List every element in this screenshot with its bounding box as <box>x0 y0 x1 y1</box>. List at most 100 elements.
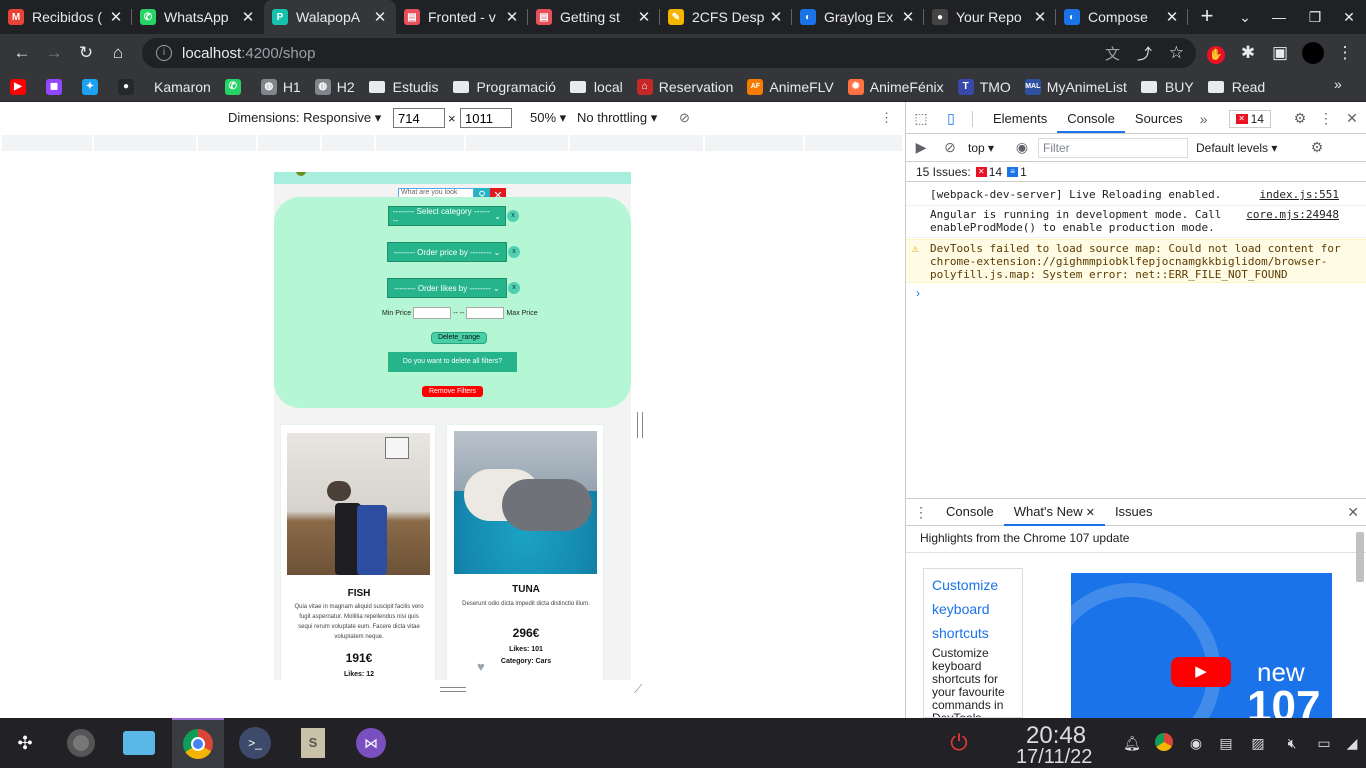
bookmark-item[interactable]: local <box>569 79 623 95</box>
product-image[interactable] <box>287 433 430 575</box>
side-panel-icon[interactable]: ▣ <box>1265 38 1295 68</box>
delete-all-filters-button[interactable]: Do you want to delete all filters? <box>388 352 517 372</box>
info-icon[interactable]: i <box>156 45 172 61</box>
drawer-tab[interactable]: Issues <box>1105 498 1163 526</box>
bookmark-item[interactable]: ▶ <box>10 78 32 95</box>
close-drawer-tab-icon[interactable]: ✕ <box>1083 507 1095 519</box>
display-icon[interactable]: ▭ <box>1314 733 1334 753</box>
more-bookmarks-icon[interactable]: » <box>1334 76 1342 92</box>
console-settings-icon[interactable]: ⚙ <box>1304 139 1330 156</box>
clear-category-button[interactable]: x <box>507 210 519 222</box>
network-icon[interactable]: ◢ <box>1342 733 1362 753</box>
reload-icon[interactable]: ↻ <box>71 38 101 68</box>
bookmark-item[interactable]: ⌂ Reservation <box>636 78 733 95</box>
clear-likes-order-button[interactable]: x <box>508 282 520 294</box>
issues-bar[interactable]: 15 Issues: ✕ 14 ≡ 1 <box>906 162 1366 182</box>
adblock-icon[interactable]: ✋ <box>1201 38 1231 68</box>
sidebar-toggle-icon[interactable]: ▶ <box>906 139 936 156</box>
close-tab-icon[interactable]: ✕ <box>504 8 520 26</box>
clipboard-icon[interactable]: ▤ <box>1216 733 1236 753</box>
browser-tab[interactable]: ▤ Fronted - v ✕ <box>396 0 528 34</box>
throttling-select[interactable]: No throttling ▾ <box>577 110 657 126</box>
bookmark-item[interactable]: Read <box>1207 79 1265 95</box>
app-launcher-icon[interactable]: ✣ <box>8 726 42 760</box>
forward-icon[interactable]: → <box>39 38 69 68</box>
log-levels-select[interactable]: Default levels ▾ <box>1196 141 1296 155</box>
news-link[interactable]: Customize keyboard shortcuts <box>932 573 1014 645</box>
bookmark-star-icon[interactable]: ☆ <box>1169 43 1184 63</box>
new-tab-button[interactable]: + <box>1188 0 1226 34</box>
drawer-tab[interactable]: Console <box>936 498 1004 526</box>
error-counter[interactable]: ✕ 14 <box>1228 109 1271 128</box>
close-tab-icon[interactable]: ✕ <box>768 8 784 26</box>
close-tab-icon[interactable]: ✕ <box>240 8 256 26</box>
share-icon[interactable]: ⤴ <box>1137 43 1152 64</box>
product-card[interactable]: FISH Quia vitae in magnam aliquid suscip… <box>280 424 436 680</box>
maximize-icon[interactable]: ❐ <box>1298 0 1332 34</box>
live-expression-icon[interactable]: ◉ <box>1008 139 1036 156</box>
chrome-tray-icon[interactable] <box>1154 733 1174 753</box>
bookmark-item[interactable]: T TMO <box>957 78 1011 95</box>
bookmark-item[interactable]: ✹ AnimeFénix <box>847 78 944 95</box>
bookmark-item[interactable]: BUY <box>1140 79 1194 95</box>
more-tabs-icon[interactable]: » <box>1193 111 1215 127</box>
resize-corner-icon[interactable]: ⟋ <box>634 682 642 697</box>
drawer-scrollbar[interactable] <box>1356 532 1364 582</box>
files-app-icon[interactable] <box>122 726 156 760</box>
context-select[interactable]: top ▾ <box>968 141 1008 155</box>
device-width-input[interactable] <box>393 108 445 128</box>
browser-tab[interactable]: ▤ Getting st ✕ <box>528 0 660 34</box>
bookmark-item[interactable]: ✆ <box>224 78 247 95</box>
bookmark-item[interactable]: Programació <box>452 79 556 95</box>
bookmark-item[interactable]: ● <box>118 78 140 95</box>
clock-date[interactable]: 17/11/22 <box>1016 746 1092 769</box>
bookmark-item[interactable]: Kamaron <box>154 79 211 95</box>
menu-icon[interactable]: ⋮ <box>1330 38 1360 68</box>
dimensions-select[interactable]: Dimensions: Responsive ▾ <box>228 110 381 126</box>
delete-range-button[interactable]: Delete_range <box>431 332 487 344</box>
message-source-link[interactable]: core.mjs:24948 <box>1246 208 1339 221</box>
close-devtools-icon[interactable]: ✕ <box>1339 110 1365 127</box>
category-select[interactable]: -------- Select category -------- ⌄ <box>388 206 506 226</box>
devtools-tab[interactable]: Sources <box>1125 105 1193 133</box>
close-tab-icon[interactable]: ✕ <box>372 8 388 26</box>
home-icon[interactable]: ⌂ <box>103 38 133 68</box>
browser-tab[interactable]: ✎ 2CFS Desp ✕ <box>660 0 792 34</box>
news-video-thumbnail[interactable]: ▶ new 107 <box>1071 573 1332 718</box>
play-icon[interactable]: ▶ <box>1171 657 1231 687</box>
screenshot-icon[interactable]: ▨ <box>1248 733 1268 753</box>
volume-muted-icon[interactable]: 🔇︎ <box>1282 733 1302 753</box>
settings-icon[interactable]: ⚙ <box>1287 110 1313 127</box>
device-menu-icon[interactable]: ⋮ <box>880 110 893 126</box>
translate-icon[interactable]: 文 <box>1105 43 1120 64</box>
browser-tab[interactable]: P WalapopA ✕ <box>264 0 396 34</box>
message-source-link[interactable]: index.js:551 <box>1260 188 1339 201</box>
browser-tab[interactable]: ● Your Repo ✕ <box>924 0 1056 34</box>
editor-app-icon[interactable]: S <box>296 726 330 760</box>
drawer-tab[interactable]: What's New ✕ <box>1003 498 1105 526</box>
media-query-bar[interactable] <box>2 135 904 151</box>
bookmark-item[interactable]: Estudis <box>368 79 439 95</box>
address-bar[interactable]: i localhost:4200/shop 文 ⤴ ☆ <box>142 38 1196 68</box>
bookmark-item[interactable]: ◍ H1 <box>260 78 301 95</box>
bookmark-item[interactable]: AF AnimeFLV <box>747 78 834 95</box>
max-price-input[interactable] <box>466 307 505 319</box>
settings-app-icon[interactable] <box>64 726 98 760</box>
rotate-icon[interactable]: ⊘ <box>679 110 690 126</box>
bookmark-item[interactable]: MAL MyAnimeList <box>1024 78 1127 95</box>
devtools-menu-icon[interactable]: ⋮ <box>1313 110 1339 127</box>
like-heart-icon[interactable]: ♥ <box>477 659 485 674</box>
devtools-tab[interactable]: Elements <box>983 105 1057 133</box>
notifications-icon[interactable]: 🔔︎ <box>1122 733 1142 753</box>
minimize-icon[interactable]: — <box>1262 0 1296 34</box>
remove-filters-button[interactable]: Remove Filters <box>422 386 483 397</box>
tab-search-icon[interactable]: ⌄ <box>1228 0 1262 34</box>
resize-handle-bottom[interactable] <box>440 687 466 692</box>
browser-tab[interactable]: ◐ Graylog Ex ✕ <box>792 0 924 34</box>
console-filter-input[interactable]: Filter <box>1038 137 1188 158</box>
order-likes-select[interactable]: -------- Order likes by -------- ⌄ <box>387 278 507 298</box>
chrome-app-icon[interactable] <box>172 718 224 768</box>
close-tab-icon[interactable]: ✕ <box>636 8 652 26</box>
product-card[interactable]: TUNA Deserunt odio dicta impedit dicta d… <box>446 424 604 680</box>
power-icon[interactable]: ⏻ <box>942 726 976 760</box>
